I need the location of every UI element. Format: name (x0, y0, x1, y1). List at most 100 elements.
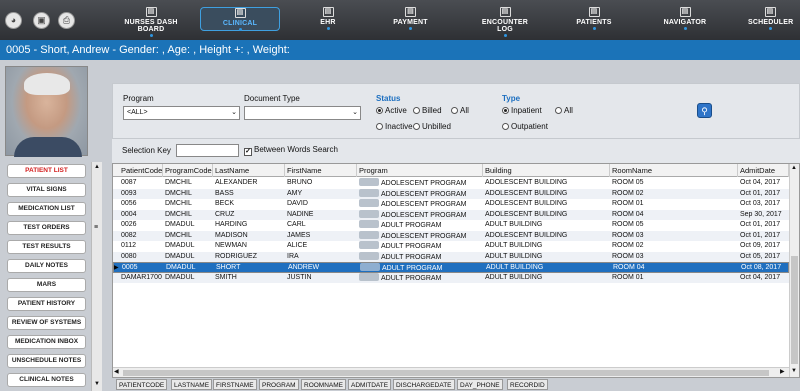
between-words-checkbox[interactable]: ✓ Between Words Search (244, 145, 338, 156)
stop-icon[interactable]: ▣ (33, 12, 50, 29)
table-row[interactable]: DAMAR1700 DMADUL SMITH JUSTIN ADULT PROGRAM A… (113, 272, 789, 284)
tab-day_phone[interactable]: DAY_PHONE (457, 379, 503, 390)
scroll-right-icon[interactable]: ▶ (780, 368, 785, 375)
nav-ehr[interactable]: ▤ EHR (310, 7, 346, 34)
scroll-thumb[interactable] (123, 370, 769, 376)
table-row[interactable]: 0082 DMCHIL MADISON JAMES ADOLESCENT PROGRAM… (113, 230, 789, 242)
sidebar-item-patient-history[interactable]: PATIENT HISTORY (7, 297, 86, 311)
table-row[interactable]: 0093 DMCHIL BASS AMY ADOLESCENT PROGRAM ADOLE… (113, 188, 789, 200)
table-row[interactable]: 0004 DMCHIL CRUZ NADINE ADOLESCENT PROGRAM AD… (113, 209, 789, 221)
column-header[interactable]: FirstName (285, 164, 357, 177)
table-cell: Oct 01, 2017 (738, 231, 789, 242)
column-header[interactable]: Building (483, 164, 610, 177)
table-row[interactable]: 0087 DMCHIL ALEXANDER BRUNO ADOLESCENT PROGR… (113, 178, 789, 189)
table-row[interactable]: 0056 DMCHIL BECK DAVID ADOLESCENT PROGRAM ADO… (113, 199, 789, 210)
table-cell: ADOLESCENT PROGRAM (357, 209, 483, 221)
column-header[interactable]: RoomName (610, 164, 738, 177)
grid-header: PatientCode ProgramCode LastName FirstName P… (113, 164, 789, 177)
tab-lastname[interactable]: LASTNAME (171, 379, 213, 390)
nav-payment[interactable]: ▤ PAYMENT (383, 7, 438, 34)
nav-scheduler[interactable]: ▤ SCHEDULER (748, 7, 793, 34)
sidebar-item-clinical-notes[interactable]: CLINICAL NOTES (7, 373, 86, 387)
table-cell: ADOLESCENT BUILDING (483, 199, 610, 210)
document-type-select[interactable]: ⌄ (244, 106, 361, 120)
redacted-mask (360, 263, 380, 271)
scroll-up-icon[interactable]: ▲ (791, 165, 797, 171)
tab-dischargedate[interactable]: DISCHARGEDATE (393, 379, 455, 390)
log-icon: ▤ (499, 7, 511, 17)
redacted-mask (359, 199, 379, 207)
tab-program[interactable]: PROGRAM (259, 379, 299, 390)
cell-text: IRA (287, 252, 299, 260)
column-header[interactable]: ProgramCode (163, 164, 213, 177)
grid-horizontal-scrollbar[interactable]: ◀ ▶ (113, 367, 789, 377)
cell-text: DMCHIL (165, 231, 192, 239)
tab-patientcode[interactable]: PATIENTCODE (116, 379, 168, 390)
grid-vertical-scrollbar[interactable]: ▲ ▼ (789, 164, 799, 377)
nav-navigator[interactable]: ▤ NAVIGATOR (661, 7, 709, 34)
nav-encounter-log[interactable]: ▤ ENCOUNTER LOG (474, 7, 536, 37)
sidebar-item-medication-list[interactable]: MEDICATION LIST (7, 202, 86, 216)
scroll-down-icon[interactable]: ▼ (94, 381, 100, 387)
cell-text: ADOLESCENT PROGRAM (381, 211, 467, 219)
scroll-thumb[interactable] (791, 256, 798, 364)
program-select[interactable]: <ALL> ⌄ (123, 106, 240, 120)
sidebar-item-review-of-systems[interactable]: REVIEW OF SYSTEMS (7, 316, 86, 330)
table-cell: Oct 04, 2017 (738, 273, 789, 284)
print-icon[interactable]: ⎙ (58, 12, 75, 29)
table-cell: ADULT BUILDING (483, 220, 610, 231)
status-billed-radio[interactable]: Billed (413, 106, 442, 115)
monitor-icon: ▤ (145, 7, 157, 17)
scroll-down-icon[interactable]: ▼ (791, 368, 797, 374)
sidebar-item-patient-list[interactable]: PATIENT LIST (7, 164, 86, 178)
nav-patients[interactable]: ▤ PATIENTS (572, 7, 616, 34)
status-unbilled-radio[interactable]: Unbilled (413, 122, 451, 131)
sidebar-item-vital-signs[interactable]: VITAL SIGNS (7, 183, 86, 197)
status-active-radio[interactable]: Active (376, 106, 407, 115)
tab-recordid[interactable]: RECORDID (507, 379, 548, 390)
column-header[interactable]: PatientCode (119, 164, 163, 177)
sidebar-item-unschedule-notes[interactable]: UNSCHEDULE NOTES (7, 354, 86, 368)
tab-roomname[interactable]: ROOMNAME (301, 379, 346, 390)
scroll-left-icon[interactable]: ◀ (114, 368, 119, 375)
sidebar-item-medication-inbox[interactable]: MEDICATION INBOX (7, 335, 86, 349)
nav-nurses-dash-board[interactable]: ▤ NURSES DASH BOARD (113, 7, 189, 37)
sidebar-item-mars[interactable]: MARS (7, 278, 86, 292)
sidebar-item-test-results[interactable]: TEST RESULTS (7, 240, 86, 254)
table-cell: 0087 (119, 178, 163, 189)
column-header[interactable]: Program (357, 164, 483, 177)
search-button[interactable]: ⚲ (697, 103, 712, 118)
type-all-radio[interactable]: All (555, 106, 573, 115)
table-row[interactable]: 0026 DMADUL HARDING CARL ADULT PROGRAM ADULT … (113, 220, 789, 231)
type-outpatient-radio[interactable]: Outpatient (502, 122, 548, 131)
table-row[interactable]: 0112 DMADUL NEWMAN ALICE ADULT PROGRAM ADULT … (113, 241, 789, 252)
between-words-label: Between Words Search (254, 145, 338, 154)
nav-indicator-dot (683, 27, 687, 30)
tab-firstname[interactable]: FIRSTNAME (213, 379, 257, 390)
dashboard-gauge-icon[interactable]: ◕ (5, 12, 22, 29)
table-row[interactable]: 0080 DMADUL RODRIGUEZ IRA ADULT PROGRAM ADULT… (113, 251, 789, 263)
sidebar-scrollbar[interactable]: ▲ ≡ ▼ (91, 162, 102, 391)
patient-grid: PatientCode ProgramCode LastName FirstName P… (112, 163, 800, 378)
sidebar-item-daily-notes[interactable]: DAILY NOTES (7, 259, 86, 273)
column-header[interactable]: AdmitDate (738, 164, 789, 177)
scroll-up-icon[interactable]: ▲ (94, 164, 100, 170)
sidebar-item-test-orders[interactable]: TEST ORDERS (7, 221, 86, 235)
selection-key-input[interactable] (176, 144, 239, 157)
table-cell: 0112 (119, 241, 163, 252)
table-cell: JAMES (285, 231, 357, 242)
table-row[interactable]: ▶ 0005 DMADUL SHORT ANDREW ADULT PROGRAM ADULT… (113, 262, 789, 273)
table-cell: ROOM 02 (610, 189, 738, 200)
table-cell: ROOM 03 (610, 252, 738, 263)
column-header[interactable]: LastName (213, 164, 285, 177)
table-cell: Oct 03, 2017 (738, 199, 789, 210)
cell-text: Oct 08, 2017 (741, 264, 782, 271)
nav-clinical[interactable]: ▤ CLINICAL (200, 7, 280, 31)
type-inpatient-radio[interactable]: Inpatient (502, 106, 542, 115)
table-cell: ADULT BUILDING (483, 252, 610, 263)
status-all-radio[interactable]: All (451, 106, 469, 115)
cell-text: DMCHIL (165, 189, 192, 197)
tab-admitdate[interactable]: ADMITDATE (348, 379, 392, 390)
status-inactive-radio[interactable]: Inactive (376, 122, 413, 131)
search-icon: ⚲ (701, 106, 708, 116)
